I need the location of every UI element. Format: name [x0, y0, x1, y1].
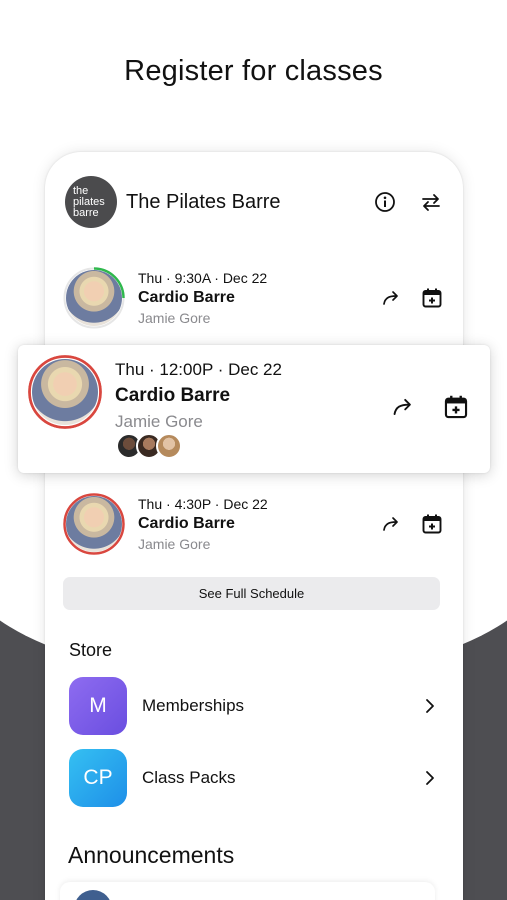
- store-item-class-packs[interactable]: CP Class Packs: [69, 748, 439, 808]
- attendee-avatar: [156, 433, 182, 459]
- instructor-photo: [66, 270, 122, 326]
- class-row[interactable]: Thu · 9:30A · Dec 22 Cardio Barre Jamie …: [63, 262, 445, 334]
- chevron-right-icon: [421, 697, 439, 715]
- studio-logo: the pilates barre: [65, 176, 117, 228]
- announcements-title: Announcements: [68, 842, 235, 868]
- class-title: Cardio Barre: [138, 515, 235, 532]
- class-info: Thu · 4:30P · Dec 22 Cardio Barre Jamie …: [138, 496, 365, 552]
- class-instructor: Jamie Gore: [115, 412, 203, 431]
- share-arrow-icon[interactable]: [390, 393, 418, 421]
- class-instructor: Jamie Gore: [138, 536, 211, 552]
- class-instructor: Jamie Gore: [138, 310, 211, 326]
- store-item-memberships[interactable]: M Memberships: [69, 676, 439, 736]
- class-title: Cardio Barre: [115, 385, 231, 406]
- memberships-badge: M: [69, 677, 127, 735]
- instructor-photo: [66, 496, 122, 552]
- class-info: Thu · 12:00P · Dec 22 Cardio Barre Jamie…: [115, 360, 282, 432]
- attendee-avatars: [116, 433, 182, 459]
- instructor-photo: [32, 359, 98, 425]
- see-full-schedule-button[interactable]: See Full Schedule: [63, 577, 440, 610]
- swap-arrows-icon[interactable]: [419, 190, 443, 214]
- share-arrow-icon[interactable]: [379, 511, 405, 537]
- page-headline: Register for classes: [124, 55, 383, 87]
- info-icon[interactable]: [373, 190, 397, 214]
- logo-line: the: [73, 184, 89, 197]
- store-item-label: Class Packs: [142, 768, 236, 787]
- instructor-avatar: [63, 267, 125, 329]
- class-row[interactable]: Thu · 4:30P · Dec 22 Cardio Barre Jamie …: [63, 488, 445, 560]
- class-packs-badge: CP: [69, 749, 127, 807]
- class-title: Cardio Barre: [138, 289, 235, 306]
- store-title: Store: [69, 640, 113, 660]
- logo-line: pilates: [73, 195, 105, 208]
- announcement-card[interactable]: [60, 882, 435, 900]
- add-calendar-icon[interactable]: [442, 393, 470, 421]
- instructor-avatar: [63, 493, 125, 555]
- instructor-avatar: [28, 355, 102, 429]
- studio-header: the pilates barre The Pilates Barre: [65, 176, 443, 228]
- announcement-avatar: [74, 890, 112, 900]
- share-arrow-icon[interactable]: [379, 285, 405, 311]
- studio-name: The Pilates Barre: [126, 190, 281, 213]
- chevron-right-icon: [421, 769, 439, 787]
- class-time: Thu · 9:30A · Dec 22: [138, 270, 268, 286]
- add-calendar-icon[interactable]: [419, 285, 445, 311]
- class-time: Thu · 4:30P · Dec 22: [138, 496, 268, 512]
- store-item-label: Memberships: [142, 696, 245, 715]
- class-info: Thu · 9:30A · Dec 22 Cardio Barre Jamie …: [138, 270, 365, 326]
- add-calendar-icon[interactable]: [419, 511, 445, 537]
- phone-screen: the pilates barre The Pilates Barre Thu …: [45, 152, 463, 900]
- logo-line: barre: [73, 206, 99, 219]
- class-time: Thu · 12:00P · Dec 22: [115, 360, 282, 379]
- class-card-highlighted[interactable]: Thu · 12:00P · Dec 22 Cardio Barre Jamie…: [18, 345, 490, 473]
